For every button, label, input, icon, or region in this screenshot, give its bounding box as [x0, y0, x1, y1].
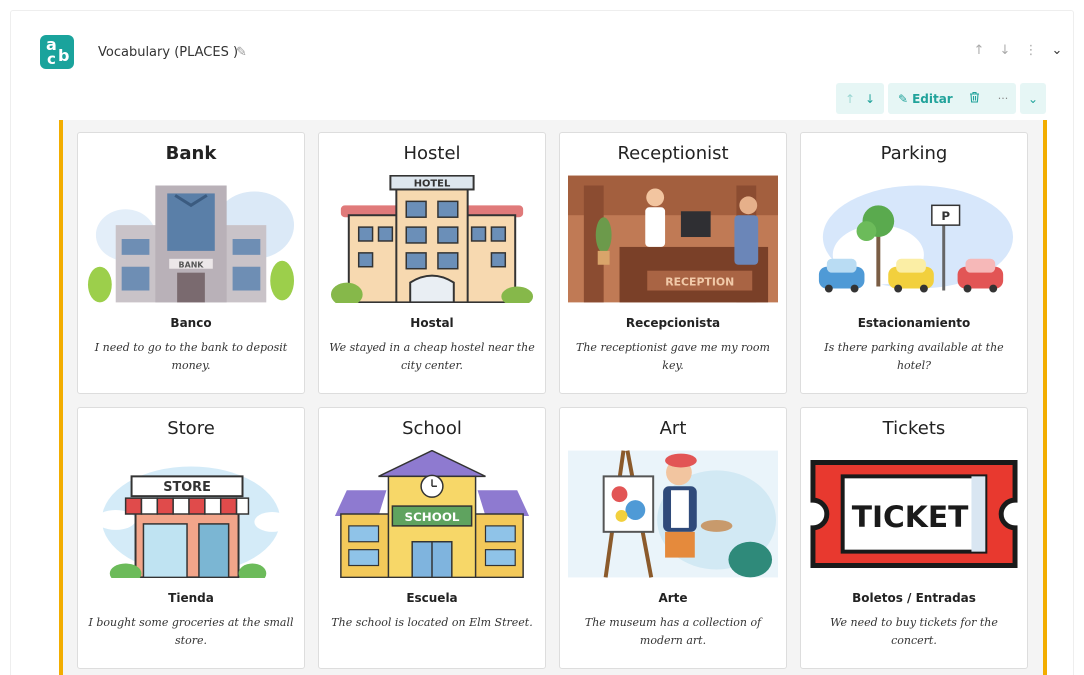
card-example: Is there parking available at the hotel?: [824, 341, 1004, 372]
card-example: The receptionist gave me my room key.: [576, 341, 770, 372]
svg-text:RECEPTION: RECEPTION: [665, 276, 734, 289]
vocab-card-receptionist[interactable]: Receptionist RECEPTION Recepcionista The…: [559, 132, 787, 394]
edit-button-label: Editar: [912, 91, 953, 106]
cards-area: Bank BANK Banco I need to go to the bank…: [59, 120, 1047, 675]
card-word: Art: [659, 418, 687, 439]
svg-text:SCHOOL: SCHOOL: [405, 510, 460, 524]
reorder-group: ↑ ↓: [836, 83, 884, 114]
more-options-button[interactable]: ···: [998, 92, 1009, 105]
vocab-card-bank[interactable]: Bank BANK Banco I need to go to the bank…: [77, 132, 305, 394]
svg-text:STORE: STORE: [163, 480, 211, 495]
vocab-card-school[interactable]: School SCHOOL Escuela The school is loca…: [318, 407, 546, 669]
parking-illustration: P: [809, 175, 1019, 303]
hotel-illustration: HOTEL: [327, 175, 537, 303]
card-example: I need to go to the bank to deposit mone…: [94, 341, 288, 372]
card-translation: Hostal: [410, 316, 454, 330]
page: a b c Vocabulary (PLACES ) ✎ ↑ ↓ ⋮ ⌄ ↑ ↓…: [0, 0, 1084, 675]
card-translation: Tienda: [168, 591, 214, 605]
card-word: Receptionist: [617, 143, 729, 164]
card-word: Tickets: [882, 418, 946, 439]
store-illustration: STORE: [86, 450, 296, 578]
collapse-chevron-icon[interactable]: ⌄: [1050, 43, 1064, 58]
svg-text:BANK: BANK: [179, 261, 205, 270]
card-translation: Banco: [170, 316, 212, 330]
block-title: Vocabulary (PLACES ): [98, 45, 239, 60]
vocab-card-parking[interactable]: Parking P Estacionamiento Is there parki…: [800, 132, 1028, 394]
card-translation: Boletos / Entradas: [852, 591, 976, 605]
art-illustration: [568, 450, 778, 578]
move-down-arrow-icon[interactable]: ↓: [998, 43, 1012, 58]
card-translation: Estacionamiento: [857, 316, 971, 330]
block-toolbar: ↑ ↓ ✎ Editar ··· ⌄: [836, 83, 1046, 114]
card-example: The museum has a collection of modern ar…: [584, 616, 762, 647]
vocab-card-art[interactable]: Art Arte The museum has a collection of …: [559, 407, 787, 669]
block-header: a b c Vocabulary (PLACES ) ✎ ↑ ↓ ⋮ ⌄: [40, 27, 1064, 71]
vocab-card-tickets[interactable]: Tickets TICKET Boletos / Entradas We nee…: [800, 407, 1028, 669]
svg-text:TICKET: TICKET: [852, 500, 969, 535]
vocab-card-hostel[interactable]: Hostel HOTEL Hostal We stayed in a cheap…: [318, 132, 546, 394]
card-example: The school is located on Elm Street.: [331, 616, 533, 629]
card-word: Parking: [880, 143, 948, 164]
move-block-up-icon[interactable]: ↑: [845, 92, 855, 106]
move-block-down-icon[interactable]: ↓: [865, 92, 875, 106]
kebab-menu-icon[interactable]: ⋮: [1024, 43, 1038, 58]
school-illustration: SCHOOL: [327, 450, 537, 578]
card-word: Hostel: [403, 143, 461, 164]
bank-illustration: BANK: [86, 175, 296, 303]
delete-trash-icon[interactable]: [969, 91, 980, 106]
card-word: School: [402, 418, 462, 439]
abc-logo-icon: a b c: [40, 35, 74, 69]
edit-title-pencil-icon[interactable]: ✎: [236, 45, 247, 60]
pencil-icon: ✎: [898, 91, 909, 106]
edit-button[interactable]: ✎ Editar: [898, 92, 953, 106]
card-example: We need to buy tickets for the concert.: [830, 616, 998, 647]
reception-illustration: RECEPTION: [568, 175, 778, 303]
vocab-card-store[interactable]: Store STORE Tienda I bought some groceri…: [77, 407, 305, 669]
card-word: Store: [167, 418, 215, 439]
move-up-arrow-icon[interactable]: ↑: [972, 43, 986, 58]
block-dropdown-button[interactable]: ⌄: [1020, 83, 1046, 114]
card-translation: Arte: [658, 591, 688, 605]
ticket-illustration: TICKET: [809, 450, 1019, 578]
card-example: We stayed in a cheap hostel near the cit…: [329, 341, 535, 372]
card-translation: Escuela: [406, 591, 458, 605]
svg-text:P: P: [941, 209, 950, 223]
card-translation: Recepcionista: [625, 316, 721, 330]
svg-text:HOTEL: HOTEL: [414, 179, 451, 190]
card-word: Bank: [165, 143, 217, 164]
edit-group: ✎ Editar ···: [888, 83, 1016, 114]
card-example: I bought some groceries at the small sto…: [88, 616, 294, 647]
